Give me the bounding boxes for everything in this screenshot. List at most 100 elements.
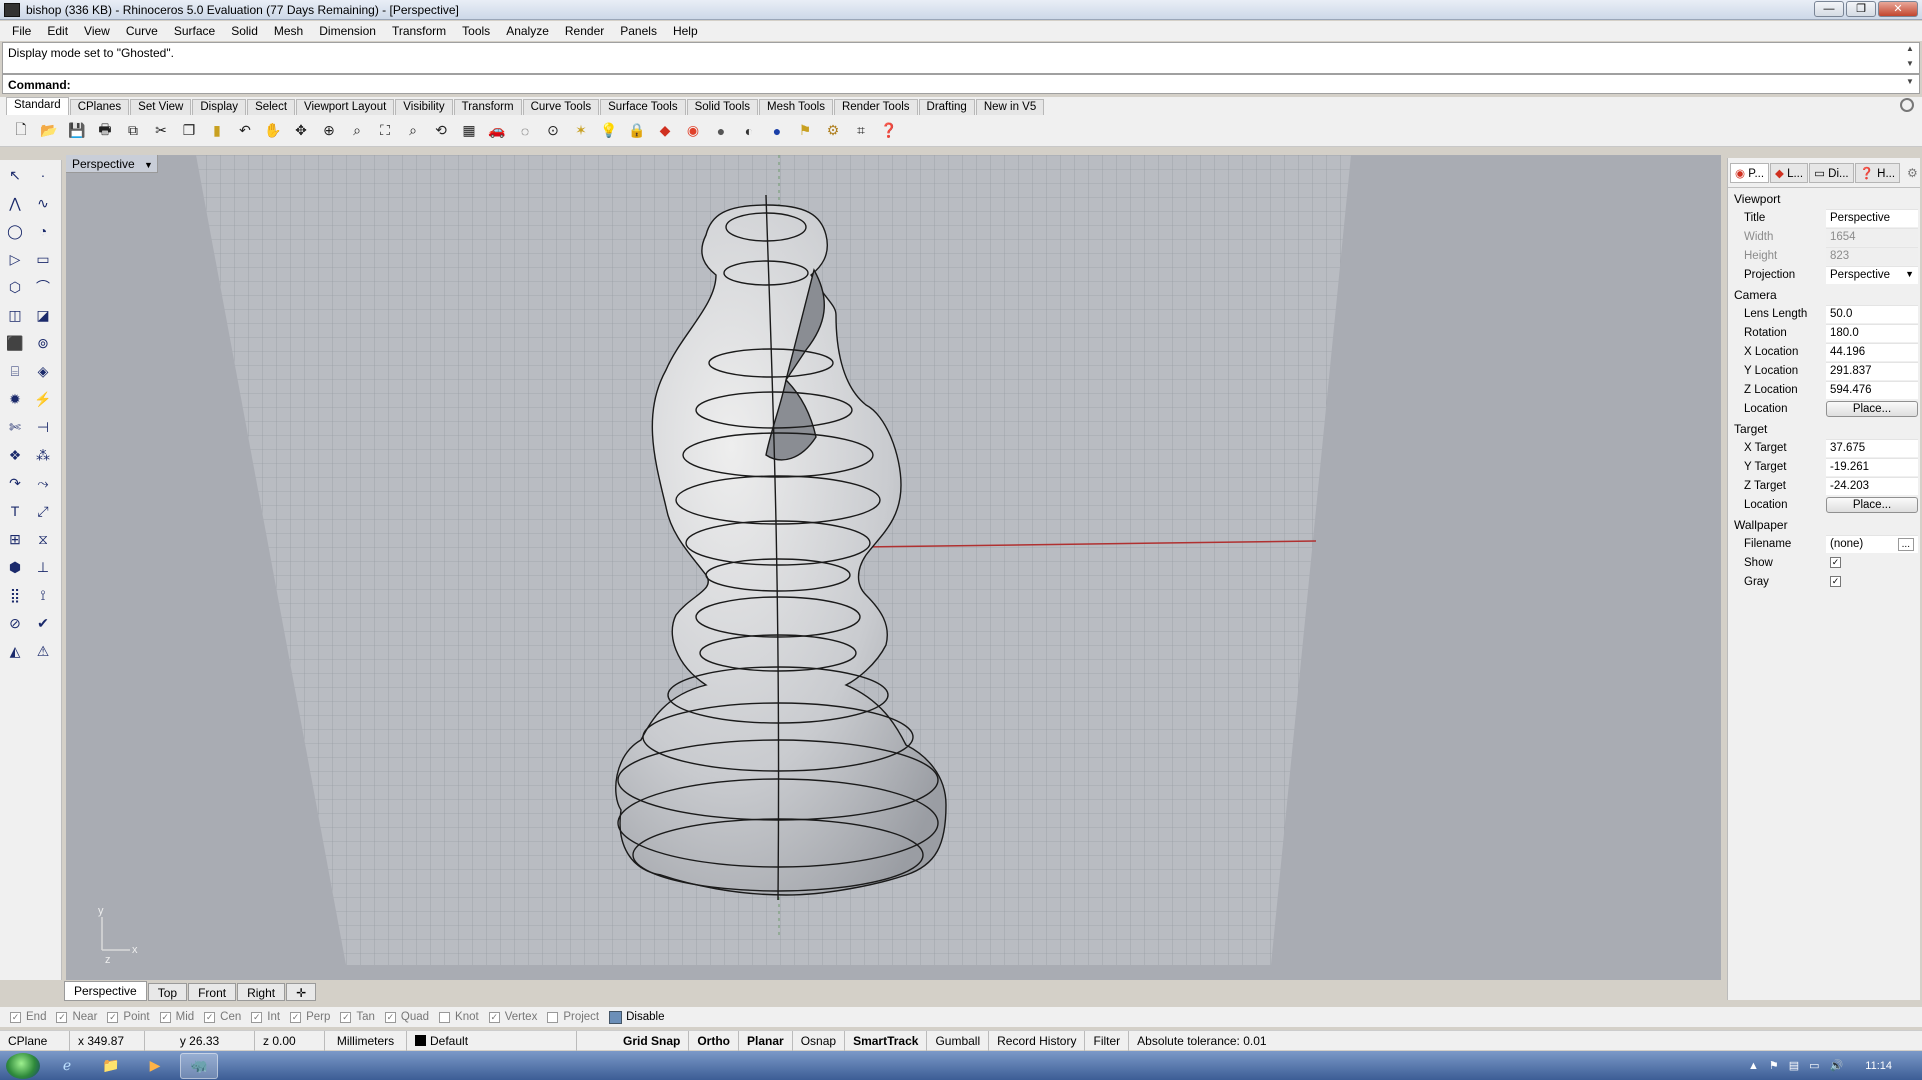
record-history-toggle[interactable]: Record History xyxy=(989,1030,1086,1051)
tab-select[interactable]: Select xyxy=(247,99,296,115)
perspective-viewport[interactable]: Perspective ▼ x y z xyxy=(66,155,1721,980)
menu-edit[interactable]: Edit xyxy=(39,24,76,38)
rhino-app-icon[interactable] xyxy=(4,2,20,17)
join-icon[interactable]: ⚡ xyxy=(32,388,54,410)
tab-front[interactable]: Front xyxy=(188,983,237,1001)
units-indicator[interactable]: Millimeters xyxy=(325,1030,407,1051)
curve-icon[interactable]: ∿ xyxy=(32,192,54,214)
tab-curve-tools[interactable]: Curve Tools xyxy=(522,99,600,115)
menu-transform[interactable]: Transform xyxy=(384,24,454,38)
osnap-int[interactable]: ✓ Int xyxy=(251,1011,280,1023)
y-target-field[interactable]: -19.261 xyxy=(1826,457,1918,476)
boolean-icon[interactable]: ⊚ xyxy=(32,332,54,354)
planar-toggle[interactable]: Planar xyxy=(739,1030,793,1051)
polyline-icon[interactable]: ⋀ xyxy=(4,192,26,214)
explorer-icon[interactable]: 📁 xyxy=(92,1053,130,1079)
menu-tools[interactable]: Tools xyxy=(454,24,498,38)
osnap-point[interactable]: ✓ Point xyxy=(107,1011,150,1023)
tab-cplanes[interactable]: CPlanes xyxy=(69,99,130,115)
array-icon[interactable]: ⊞ xyxy=(4,528,26,550)
tab-new-in-v5[interactable]: New in V5 xyxy=(975,99,1045,115)
y-location-field[interactable]: 291.837 xyxy=(1826,361,1918,380)
osnap-mid[interactable]: ✓ Mid xyxy=(159,1011,194,1023)
tab-solid-tools[interactable]: Solid Tools xyxy=(686,99,758,115)
add-viewport-tab-icon[interactable]: ✛ xyxy=(286,983,317,1001)
menu-solid[interactable]: Solid xyxy=(223,24,266,38)
blend-icon[interactable]: ⊘ xyxy=(4,612,26,634)
command-input[interactable] xyxy=(74,78,1914,90)
x-location-field[interactable]: 44.196 xyxy=(1826,342,1918,361)
camera-place-button[interactable]: Place... xyxy=(1826,400,1918,417)
cut-icon[interactable]: ✂ xyxy=(150,120,172,142)
scroll-up-icon[interactable]: ▲ xyxy=(1903,44,1917,53)
ortho-toggle[interactable]: Ortho xyxy=(689,1030,740,1051)
explode-icon[interactable]: ✹ xyxy=(4,388,26,410)
rotation-field[interactable]: 180.0 xyxy=(1826,323,1918,342)
panel-tab-properties[interactable]: ◉ P... xyxy=(1730,162,1770,183)
scale-icon[interactable]: ⤢ xyxy=(32,500,54,522)
point-grid-icon[interactable]: ⣿ xyxy=(4,584,26,606)
box-icon[interactable]: ⬛ xyxy=(4,332,26,354)
color-icon[interactable]: ◉ xyxy=(682,120,704,142)
circle-icon[interactable]: ◯ xyxy=(4,220,26,242)
toolbar-settings-icon[interactable] xyxy=(1900,98,1914,112)
point-icon[interactable]: · xyxy=(32,164,54,186)
rotate-view-icon[interactable]: ✥ xyxy=(290,120,312,142)
clock[interactable]: 11:14 xyxy=(1865,1060,1892,1072)
rotate-icon[interactable]: ⟲ xyxy=(430,120,452,142)
shade-icon[interactable]: ● xyxy=(710,120,732,142)
z-target-field[interactable]: -24.203 xyxy=(1826,476,1918,495)
tab-mesh-tools[interactable]: Mesh Tools xyxy=(759,99,833,115)
osnap-project[interactable]: Project xyxy=(547,1011,599,1023)
tray-expand-icon[interactable]: ▲ xyxy=(1748,1060,1759,1072)
menu-view[interactable]: View xyxy=(76,24,118,38)
tools-icon[interactable]: ⌗ xyxy=(850,120,872,142)
layer-indicator[interactable]: Default xyxy=(407,1030,577,1051)
import-icon[interactable]: ⧉ xyxy=(122,120,144,142)
new-icon[interactable]: 🗋 xyxy=(10,120,32,142)
zoom-extents-icon[interactable]: ⛶ xyxy=(374,120,396,142)
menu-surface[interactable]: Surface xyxy=(166,24,223,38)
mirror-icon[interactable]: ⧖ xyxy=(32,528,54,550)
tab-top[interactable]: Top xyxy=(147,983,188,1001)
tab-standard[interactable]: Standard xyxy=(6,97,69,115)
zoom-in-icon[interactable]: ⊕ xyxy=(318,120,340,142)
menu-render[interactable]: Render xyxy=(557,24,612,38)
trim-icon[interactable]: ✄ xyxy=(4,416,26,438)
ie-icon[interactable]: ℯ xyxy=(48,1053,86,1079)
check-icon[interactable]: ✔ xyxy=(32,612,54,634)
start-button[interactable] xyxy=(6,1052,40,1079)
tray-monitor-icon[interactable]: ▭ xyxy=(1809,1059,1819,1072)
zoom-window-icon[interactable]: ⌕ xyxy=(346,120,368,142)
target-place-button[interactable]: Place... xyxy=(1826,496,1918,513)
minimize-button[interactable]: — xyxy=(1814,1,1844,17)
osnap-toggle[interactable]: Osnap xyxy=(793,1030,846,1051)
rectangle-icon[interactable]: ▭ xyxy=(32,248,54,270)
print-icon[interactable]: 🖶 xyxy=(94,120,116,142)
scroll-down-icon[interactable]: ▼ xyxy=(1903,59,1917,68)
panel-tab-layers[interactable]: ◆ L... xyxy=(1770,162,1809,183)
paste-icon[interactable]: ▮ xyxy=(206,120,228,142)
projection-select[interactable]: Perspective ▼ xyxy=(1826,265,1918,284)
material-icon[interactable]: ● xyxy=(766,120,788,142)
polygon-icon[interactable]: ⬡ xyxy=(4,276,26,298)
arc-icon[interactable]: ◔ xyxy=(32,220,54,242)
show-checkbox[interactable]: ✓ xyxy=(1830,556,1841,568)
dimension-icon[interactable]: ⊥ xyxy=(32,556,54,578)
light-tool-icon[interactable]: ⚠ xyxy=(32,640,54,662)
analyze-icon[interactable]: ⟟ xyxy=(32,584,54,606)
car-icon[interactable]: 🚗 xyxy=(486,120,508,142)
hide-icon[interactable]: ◌ xyxy=(514,120,536,142)
viewport-menu-chevron-icon[interactable]: ▼ xyxy=(144,160,153,170)
panel-tab-display[interactable]: ▭ Di... xyxy=(1809,162,1854,183)
copy-icon[interactable]: ❐ xyxy=(178,120,200,142)
gray-checkbox[interactable]: ✓ xyxy=(1830,575,1841,587)
render-material-icon[interactable]: ◭ xyxy=(4,640,26,662)
close-button[interactable]: ✕ xyxy=(1878,1,1918,17)
osnap-disable[interactable]: Disable xyxy=(609,1010,664,1024)
osnap-tan[interactable]: ✓ Tan xyxy=(340,1011,375,1023)
save-icon[interactable]: 💾 xyxy=(66,120,88,142)
tab-render-tools[interactable]: Render Tools xyxy=(833,99,918,115)
tab-perspective[interactable]: Perspective xyxy=(64,981,147,1001)
cplane-icon[interactable]: ⊙ xyxy=(542,120,564,142)
